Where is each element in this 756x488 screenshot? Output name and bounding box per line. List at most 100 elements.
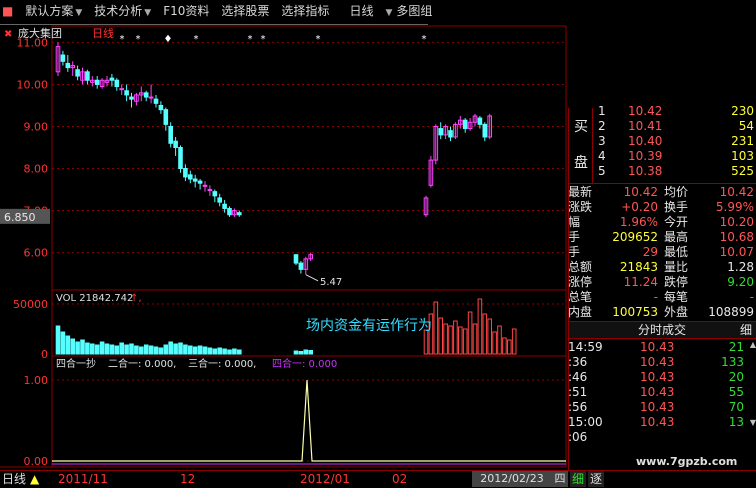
volume-bar xyxy=(109,344,115,355)
volume-bar xyxy=(143,344,149,355)
candle-body xyxy=(148,96,154,99)
bid-volume: 231 xyxy=(731,134,754,148)
current-date: 2012/02/23 xyxy=(480,472,544,485)
analysis-menu[interactable]: 技术分析 ▼ xyxy=(92,0,153,22)
tab-detail[interactable]: 细 xyxy=(570,471,586,487)
date-axis-label: 12 xyxy=(180,472,196,486)
volume-bar xyxy=(497,325,502,355)
quote-value: 29 xyxy=(642,245,658,259)
quote-label: 今开 xyxy=(664,215,689,229)
panel-toggle-icon[interactable]: ■ xyxy=(0,0,15,22)
weekday: 四 xyxy=(554,472,566,485)
tick-row: :56 10.43 70 xyxy=(568,400,756,415)
tick-volume: 21 xyxy=(728,340,744,354)
quote-value: +0.20 xyxy=(621,200,658,214)
warning-triangle-icon: ▲ xyxy=(30,472,40,486)
tick-volume: 20 xyxy=(728,370,744,384)
watermark: www.7gpzb.com xyxy=(636,455,738,468)
ticks-detail-button[interactable]: 细 xyxy=(740,322,752,338)
bid-row[interactable]: 3 10.40 231 xyxy=(568,134,756,149)
price-tick-label: 9.00 xyxy=(24,120,49,133)
scroll-up-icon[interactable]: ▲ xyxy=(750,340,756,349)
select-indicator-button[interactable]: 选择指标 xyxy=(279,0,331,22)
chart-border xyxy=(51,25,567,468)
candle-body xyxy=(129,96,134,100)
quote-label: 换手 xyxy=(664,200,689,214)
period-label[interactable]: 日线 xyxy=(2,471,26,487)
select-stock-button[interactable]: 选择股票 xyxy=(219,0,271,22)
tick-volume: 70 xyxy=(728,400,744,414)
candle-body xyxy=(143,92,149,98)
tab-each[interactable]: 逐 xyxy=(588,471,604,487)
bid-level: 4 xyxy=(598,149,606,163)
candle-body xyxy=(237,212,242,216)
candle-body xyxy=(227,207,232,216)
candle-body xyxy=(197,180,203,184)
quote-label: 均价 xyxy=(664,185,689,199)
bid-row[interactable]: 2 10.41 54 xyxy=(568,119,756,134)
bid-volume: 230 xyxy=(731,104,754,118)
f10-button[interactable]: F10资料 xyxy=(161,0,211,22)
volume-bar xyxy=(85,342,90,355)
volume-bar xyxy=(94,344,100,355)
quote-panel: 买盘 1 10.42 230 2 10.41 54 3 10.40 231 4 10.39 103 5 10… xyxy=(568,104,756,470)
volume-bar xyxy=(303,349,309,355)
quote-value: 100753 xyxy=(612,305,658,319)
event-star-icon: * xyxy=(194,34,199,45)
candle-body xyxy=(207,189,213,192)
candle-body xyxy=(153,98,159,104)
event-markers: * * ♦ * * * * * xyxy=(120,34,427,45)
candle-body xyxy=(168,125,173,144)
bid-price: 10.41 xyxy=(628,119,663,133)
tick-row: :51 10.43 55 xyxy=(568,385,756,400)
volume-bar xyxy=(134,345,139,355)
volume-bar xyxy=(438,317,443,355)
quote-label: 总额 xyxy=(568,260,593,274)
quote-label: 量比 xyxy=(664,260,689,274)
volume-bar xyxy=(507,339,512,355)
bid-level: 1 xyxy=(598,104,606,118)
event-diamond-icon: ♦ xyxy=(164,34,173,45)
bid-price: 10.42 xyxy=(628,104,663,118)
volume-bar xyxy=(188,345,193,355)
tick-time: :06 xyxy=(568,430,588,444)
current-date-box: 2012/02/23 xyxy=(472,471,552,487)
date-axis-label: 2011/11 xyxy=(58,472,108,486)
quote-label: 幅 xyxy=(568,215,581,229)
event-star-icon: * xyxy=(316,34,321,45)
volume-bar xyxy=(217,347,222,355)
quote-label: 最新 xyxy=(568,185,593,199)
order-book: 买盘 1 10.42 230 2 10.41 54 3 10.40 231 4 10.39 103 5 10… xyxy=(568,104,756,184)
panel-divider xyxy=(568,338,756,339)
candle-body xyxy=(173,140,178,148)
scheme-menu[interactable]: 默认方案 ▼ xyxy=(23,0,84,22)
volume-bar xyxy=(492,331,497,355)
quote-label: 涨停 xyxy=(568,275,593,289)
multi-chart-button[interactable]: 多图组 xyxy=(394,0,434,22)
date-axis-label: 2012/01 xyxy=(300,472,350,486)
bid-level: 5 xyxy=(598,164,606,178)
bid-price: 10.40 xyxy=(628,134,663,148)
candle-body xyxy=(192,178,198,182)
bid-row[interactable]: 4 10.39 103 xyxy=(568,149,756,164)
volume-bar xyxy=(173,343,178,355)
period-menu[interactable]: 日线 ▼ xyxy=(339,0,394,22)
volume-bar xyxy=(502,337,507,355)
quote-row: 涨跌 +0.20 换手 5.99% xyxy=(568,200,756,215)
event-star-icon: * xyxy=(136,34,141,45)
quote-row: 总笔 - 每笔 - xyxy=(568,290,756,305)
scroll-down-icon[interactable]: ▼ xyxy=(750,418,756,427)
quote-row: 幅 1.96% 今开 10.20 xyxy=(568,215,756,230)
quote-value: 9.20 xyxy=(727,275,754,289)
bid-row[interactable]: 5 10.38 525 xyxy=(568,164,756,179)
price-tick-label: 6.00 xyxy=(24,247,49,260)
indicator-signal-line xyxy=(52,379,566,462)
quote-row: 涨停 11.24 跌停 9.20 xyxy=(568,275,756,290)
volume-bar xyxy=(467,311,473,355)
chart-area[interactable]: **♦***** 11.0010.009.008.007.006.006.850… xyxy=(0,24,568,470)
bid-row[interactable]: 1 10.42 230 xyxy=(568,104,756,119)
volume-bar xyxy=(227,349,232,355)
quote-label: 涨跌 xyxy=(568,200,593,214)
candle-body xyxy=(158,104,164,111)
tick-time: :56 xyxy=(568,400,588,414)
